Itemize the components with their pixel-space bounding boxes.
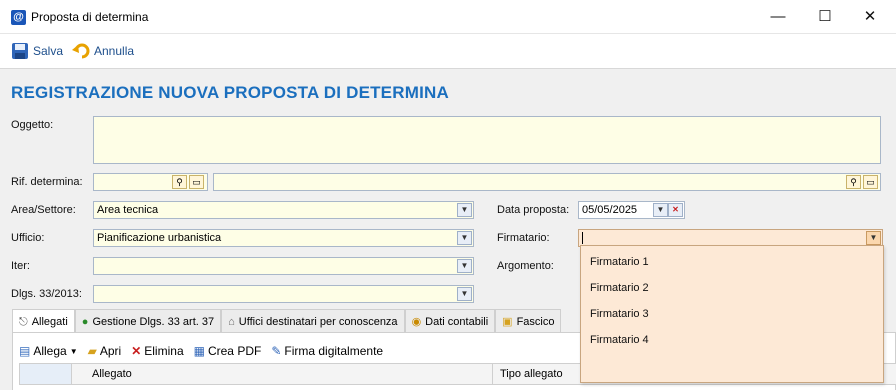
data-proposta-label: Data proposta: [497, 204, 570, 216]
signature-icon: ✎ [271, 344, 282, 358]
firmatario-option[interactable]: Firmatario 1 [590, 256, 649, 268]
text-cursor [582, 232, 583, 244]
tab-fascicolo-label: Fascico [516, 315, 555, 328]
firmatario-option[interactable]: Firmatario 2 [590, 282, 649, 294]
chevron-down-icon[interactable]: ▼ [457, 259, 472, 273]
data-proposta-value: 05/05/2025 [582, 204, 638, 216]
dlgs-label: Dlgs. 33/2013: [11, 288, 82, 300]
allega-button[interactable]: ▤ Allega ▼ [19, 344, 78, 358]
chevron-down-icon[interactable]: ▼ [457, 287, 472, 301]
tab-dati-contabili[interactable]: ◉ Dati contabili [404, 309, 496, 333]
window-title: Proposta di determina [31, 10, 149, 24]
crea-pdf-button[interactable]: ▦ Crea PDF [194, 344, 262, 358]
area-settore-value: Area tecnica [97, 204, 159, 216]
attach-document-icon: ▤ [19, 344, 31, 358]
tab-uffici-destinatari[interactable]: ⌂ Uffici destinatari per conoscenza [221, 309, 405, 333]
clear-date-icon[interactable]: ✕ [668, 203, 683, 217]
column-header-tipo-allegato[interactable]: Tipo allegato [500, 368, 563, 380]
oggetto-textarea[interactable] [93, 116, 881, 164]
elimina-label: Elimina [144, 344, 184, 358]
tab-strip: ⎋ Allegati ● Gestione Dlgs. 33 art. 37 ⌂… [12, 309, 562, 334]
building-icon: ⌂ [228, 315, 235, 328]
apri-label: Apri [99, 344, 122, 358]
tab-allegati-label: Allegati [31, 316, 68, 328]
calendar-dropdown-icon[interactable]: ▼ [653, 203, 668, 217]
data-proposta-field[interactable]: 05/05/2025 ▼ ✕ [578, 201, 685, 219]
column-divider [492, 364, 493, 384]
apri-button[interactable]: ▰ Apri [88, 344, 122, 358]
chevron-down-icon: ▼ [69, 346, 78, 356]
chevron-down-icon[interactable]: ▼ [866, 231, 881, 245]
delete-icon: ✕ [131, 344, 142, 358]
allega-label: Allega [33, 344, 67, 358]
globe-icon: ● [81, 315, 89, 328]
column-header-allegato[interactable]: Allegato [92, 368, 132, 380]
firmatario-dropdown-list: Firmatario 1 Firmatario 2 Firmatario 3 F… [580, 245, 884, 383]
folder-open-icon: ▰ [87, 344, 97, 358]
coins-icon: ◉ [411, 316, 422, 328]
floppy-disk-icon [12, 43, 28, 59]
iter-select[interactable]: ▼ [93, 257, 474, 275]
dlgs-select[interactable]: ▼ [93, 285, 474, 303]
firma-digitalmente-button[interactable]: ✎ Firma digitalmente [271, 344, 383, 358]
undo-arrow-icon [72, 43, 90, 59]
ufficio-select[interactable]: Pianificazione urbanistica ▼ [93, 229, 474, 247]
paperclip-icon: ⎋ [19, 315, 28, 328]
ufficio-label: Ufficio: [11, 232, 45, 244]
save-button[interactable]: Salva [11, 41, 63, 61]
firmatario-label: Firmatario: [497, 232, 550, 244]
chevron-down-icon[interactable]: ▼ [457, 231, 472, 245]
page-title: REGISTRAZIONE NUOVA PROPOSTA DI DETERMIN… [11, 83, 449, 102]
area-settore-select[interactable]: Area tecnica ▼ [93, 201, 474, 219]
crea-pdf-label: Crea PDF [207, 344, 262, 358]
firma-digitalmente-label: Firma digitalmente [284, 344, 384, 358]
app-icon: @ [11, 10, 26, 25]
rif-search2-icon[interactable]: ⚲ [846, 175, 861, 189]
rif-determina-label: Rif. determina: [11, 176, 83, 188]
area-settore-label: Area/Settore: [11, 204, 76, 216]
rif-folder-icon[interactable]: ▭ [189, 175, 204, 189]
pdf-icon: ▦ [193, 344, 205, 358]
main-toolbar: Salva Annulla [0, 35, 896, 65]
tab-fascicolo[interactable]: ▣ Fascico [495, 309, 562, 333]
oggetto-label: Oggetto: [11, 119, 54, 131]
allegati-toolbar: ▤ Allega ▼ ▰ Apri ✕ Elimina ▦ Crea PDF ✎… [19, 341, 383, 361]
elimina-button[interactable]: ✕ Elimina [131, 344, 183, 358]
cancel-label: Annulla [94, 44, 135, 58]
tab-gestione-dlgs[interactable]: ● Gestione Dlgs. 33 art. 37 [74, 309, 222, 333]
rif-folder2-icon[interactable]: ▭ [863, 175, 878, 189]
tab-uffici-destinatari-label: Uffici destinatari per conoscenza [238, 315, 398, 328]
argomento-label: Argomento: [497, 260, 554, 272]
minimize-button[interactable]: — [763, 6, 793, 28]
chevron-down-icon[interactable]: ▼ [457, 203, 472, 217]
tab-dati-contabili-label: Dati contabili [425, 315, 489, 328]
firmatario-option[interactable]: Firmatario 3 [590, 308, 649, 320]
maximize-button[interactable]: ☐ [810, 6, 840, 28]
row-selector-header[interactable] [20, 364, 72, 384]
ufficio-value: Pianificazione urbanistica [97, 232, 222, 244]
rif-determina-description-field[interactable] [213, 173, 881, 191]
folder-icon: ▣ [502, 316, 513, 328]
iter-label: Iter: [11, 260, 30, 272]
tab-allegati[interactable]: ⎋ Allegati [12, 309, 75, 334]
cancel-button[interactable]: Annulla [72, 41, 134, 61]
window-titlebar: @ Proposta di determina — ☐ ✕ [0, 0, 896, 34]
save-label: Salva [33, 44, 64, 58]
tab-gestione-dlgs-label: Gestione Dlgs. 33 art. 37 [92, 315, 215, 328]
close-button[interactable]: ✕ [855, 6, 885, 28]
rif-search-icon[interactable]: ⚲ [172, 175, 187, 189]
firmatario-option[interactable]: Firmatario 4 [590, 334, 649, 346]
